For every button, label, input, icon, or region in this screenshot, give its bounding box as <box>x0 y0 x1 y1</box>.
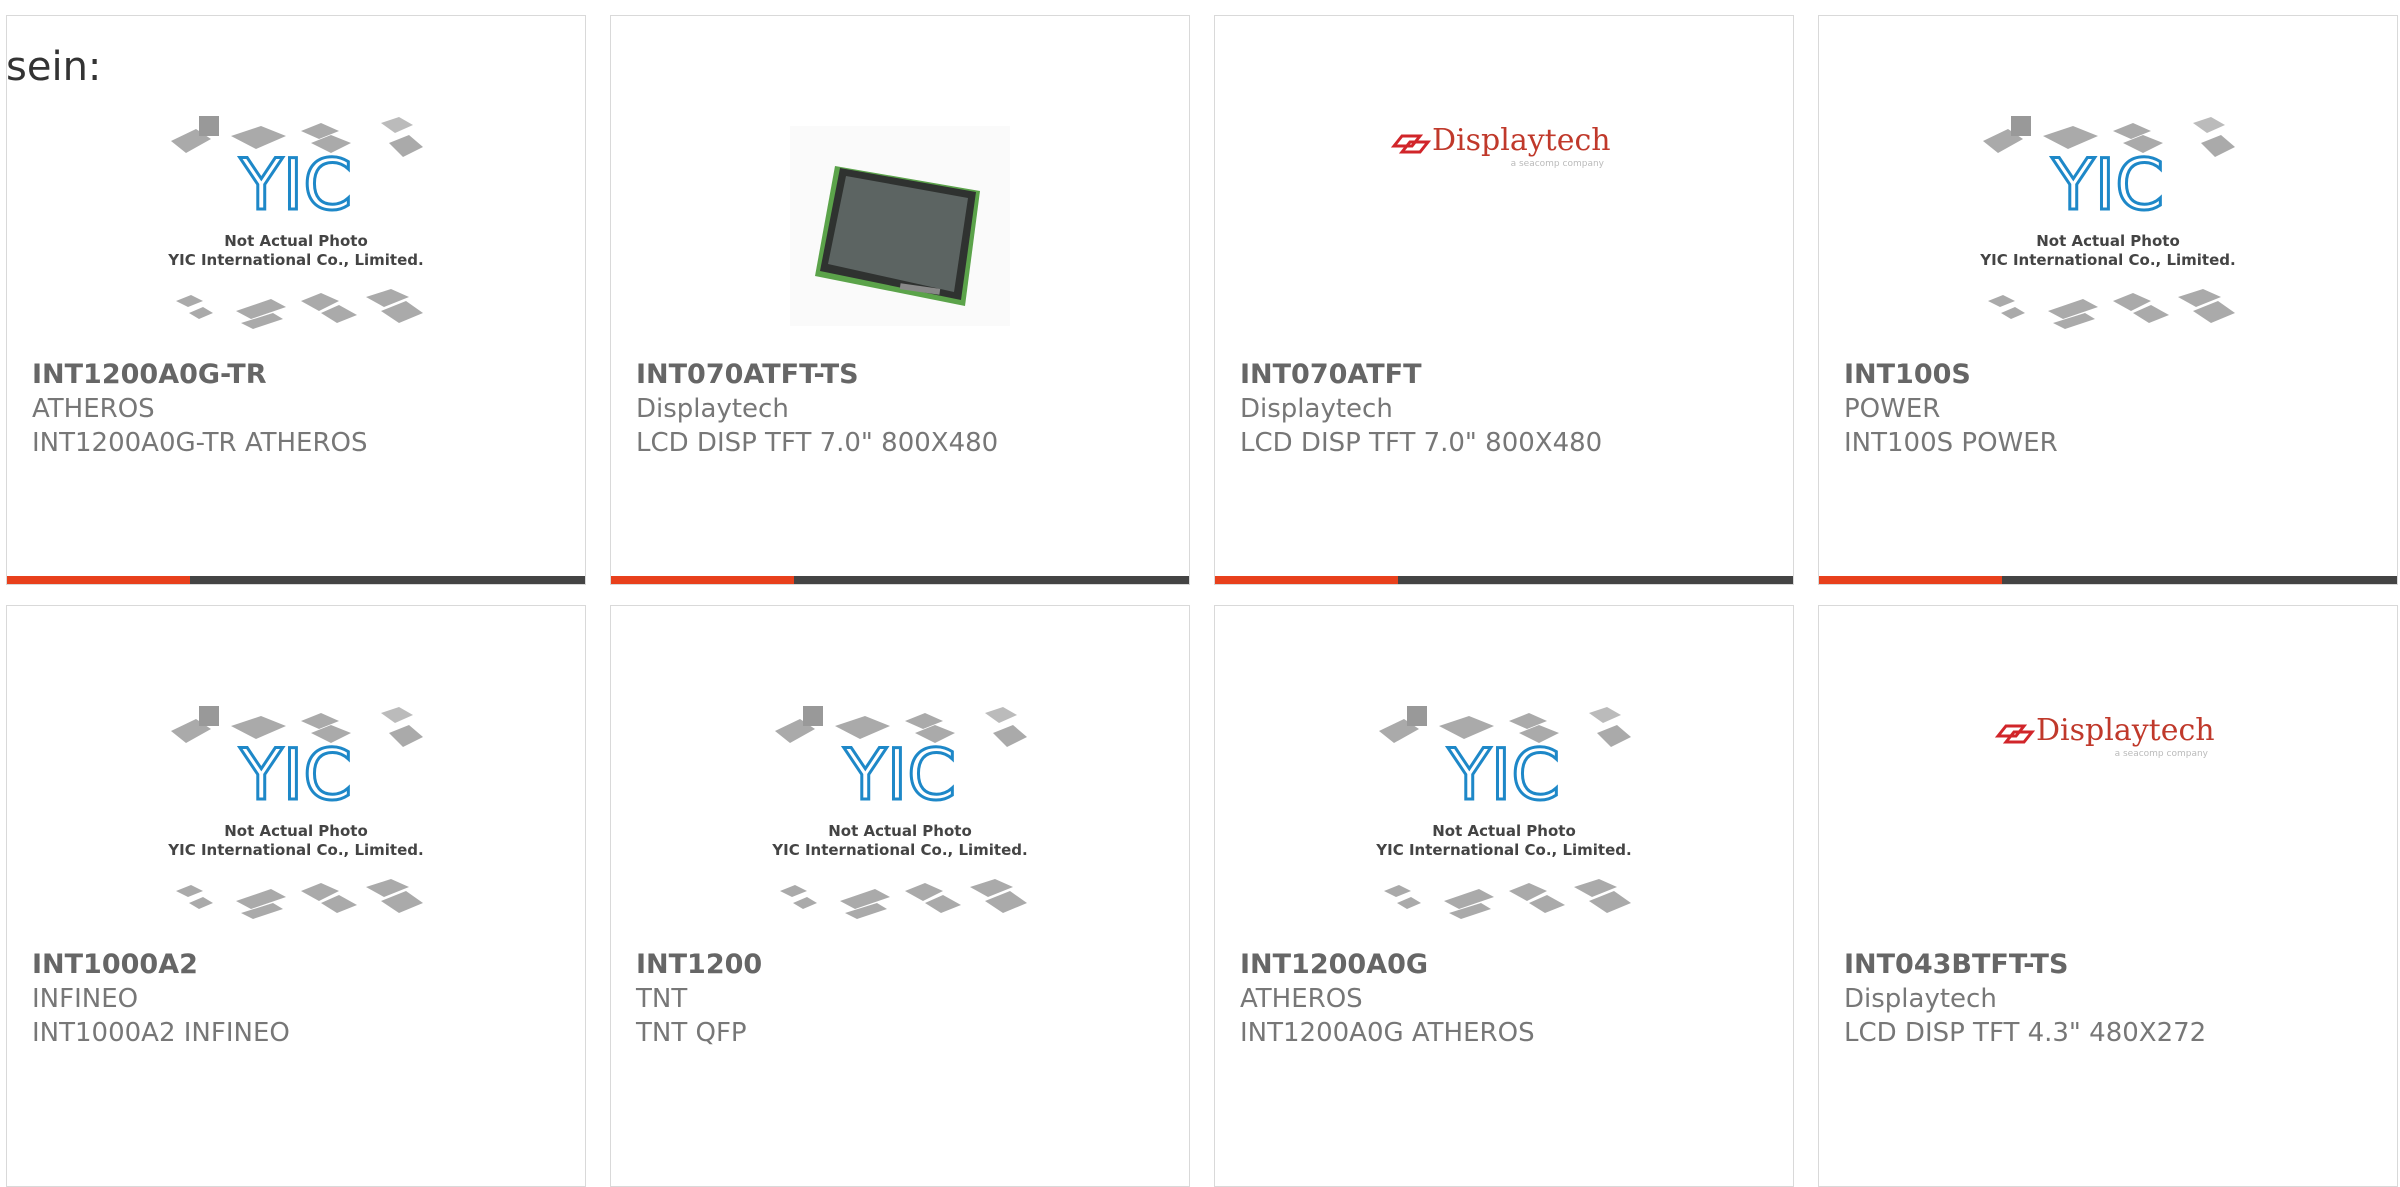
manufacturer: INFINEO <box>32 984 139 1014</box>
product-image: YIC Not Actual Photo YIC International C… <box>7 96 585 356</box>
svg-text:YIC: YIC <box>239 734 352 816</box>
svg-text:Not Actual Photo: Not Actual Photo <box>828 822 972 840</box>
svg-text:Not Actual Photo: Not Actual Photo <box>2036 232 2180 250</box>
product-card[interactable]: YIC Not Actual Photo YIC International C… <box>6 605 586 1187</box>
part-number-link[interactable]: INT1200A0G <box>1240 949 1428 980</box>
product-image: Displaytech a seacomp company <box>1819 686 2397 946</box>
svg-text:YIC International Co., Limited: YIC International Co., Limited. <box>167 251 423 269</box>
svg-text:YIC: YIC <box>1447 734 1560 816</box>
intro-text: sein: <box>6 44 102 90</box>
svg-text:a seacomp company: a seacomp company <box>2115 749 2209 759</box>
manufacturer: TNT <box>636 984 688 1014</box>
svg-text:YIC International Co., Limited: YIC International Co., Limited. <box>1375 841 1631 859</box>
part-number-link[interactable]: INT1200 <box>636 949 762 980</box>
description: TNT QFP <box>636 1018 747 1048</box>
manufacturer: Displaytech <box>636 394 789 424</box>
product-card[interactable]: YIC Not Actual Photo YIC International C… <box>6 15 586 585</box>
product-card[interactable]: Displaytech a seacomp company INT043BTFT… <box>1818 605 2398 1187</box>
displaytech-logo-icon: Displaytech a seacomp company <box>1994 713 2215 759</box>
manufacturer: Displaytech <box>1844 984 1997 1014</box>
product-image: YIC Not Actual Photo YIC International C… <box>7 686 585 946</box>
svg-text:YIC International Co., Limited: YIC International Co., Limited. <box>771 841 1027 859</box>
description: LCD DISP TFT 7.0" 800X480 <box>1240 428 1603 458</box>
card-accent-bar <box>1819 576 2397 584</box>
yic-placeholder-icon: YIC Not Actual Photo YIC International C… <box>167 116 424 329</box>
card-accent-bar <box>1215 576 1793 584</box>
svg-text:YIC: YIC <box>2051 144 2164 226</box>
svg-text:YIC: YIC <box>843 734 956 816</box>
description: INT1200A0G ATHEROS <box>1240 1018 1535 1048</box>
manufacturer: ATHEROS <box>32 394 155 424</box>
part-number-link[interactable]: INT100S <box>1844 359 1971 390</box>
product-grid-row-2: YIC Not Actual Photo YIC International C… <box>6 605 2398 1187</box>
yic-placeholder-icon: YIC Not Actual Photo YIC International C… <box>167 706 424 919</box>
svg-text:YIC: YIC <box>239 144 352 226</box>
product-card[interactable]: INT070ATFT-TS Displaytech LCD DISP TFT 7… <box>610 15 1190 585</box>
description: LCD DISP TFT 4.3" 480X272 <box>1844 1018 2207 1048</box>
svg-text:YIC International Co., Limited: YIC International Co., Limited. <box>1979 251 2235 269</box>
yic-placeholder-icon: YIC Not Actual Photo YIC International C… <box>1979 116 2236 329</box>
yic-placeholder-icon: YIC Not Actual Photo YIC International C… <box>1375 706 1632 919</box>
product-image: YIC Not Actual Photo YIC International C… <box>611 686 1189 946</box>
description: INT1200A0G-TR ATHEROS <box>32 428 368 458</box>
manufacturer: POWER <box>1844 394 1941 424</box>
part-number-link[interactable]: INT043BTFT-TS <box>1844 949 2068 980</box>
part-number-link[interactable]: INT1000A2 <box>32 949 198 980</box>
svg-text:YIC International Co., Limited: YIC International Co., Limited. <box>167 841 423 859</box>
product-image: YIC Not Actual Photo YIC International C… <box>1215 686 1793 946</box>
manufacturer: Displaytech <box>1240 394 1393 424</box>
lcd-panel-photo-icon <box>790 126 1010 326</box>
product-image <box>611 96 1189 356</box>
svg-text:Displaytech: Displaytech <box>2036 713 2215 748</box>
product-card[interactable]: YIC Not Actual Photo YIC International C… <box>1214 605 1794 1187</box>
description: INT100S POWER <box>1844 428 2058 458</box>
product-card[interactable]: YIC Not Actual Photo YIC International C… <box>1818 15 2398 585</box>
description: INT1000A2 INFINEO <box>32 1018 290 1048</box>
displaytech-logo-icon: Displaytech a seacomp company <box>1390 123 1611 169</box>
svg-text:Not Actual Photo: Not Actual Photo <box>224 232 368 250</box>
product-image: YIC Not Actual Photo YIC International C… <box>1819 96 2397 356</box>
svg-text:Not Actual Photo: Not Actual Photo <box>1432 822 1576 840</box>
yic-placeholder-icon: YIC Not Actual Photo YIC International C… <box>771 706 1028 919</box>
card-accent-bar <box>611 576 1189 584</box>
product-image: Displaytech a seacomp company <box>1215 96 1793 356</box>
svg-text:Displaytech: Displaytech <box>1432 123 1611 158</box>
product-grid: YIC Not Actual Photo YIC International C… <box>6 15 2398 585</box>
card-accent-bar <box>7 576 585 584</box>
description: LCD DISP TFT 7.0" 800X480 <box>636 428 999 458</box>
part-number-link[interactable]: INT070ATFT <box>1240 359 1422 390</box>
product-card[interactable]: Displaytech a seacomp company INT070ATFT… <box>1214 15 1794 585</box>
manufacturer: ATHEROS <box>1240 984 1363 1014</box>
part-number-link[interactable]: INT1200A0G-TR <box>32 359 267 390</box>
svg-text:a seacomp company: a seacomp company <box>1511 159 1605 169</box>
product-card[interactable]: YIC Not Actual Photo YIC International C… <box>610 605 1190 1187</box>
svg-text:Not Actual Photo: Not Actual Photo <box>224 822 368 840</box>
part-number-link[interactable]: INT070ATFT-TS <box>636 359 859 390</box>
